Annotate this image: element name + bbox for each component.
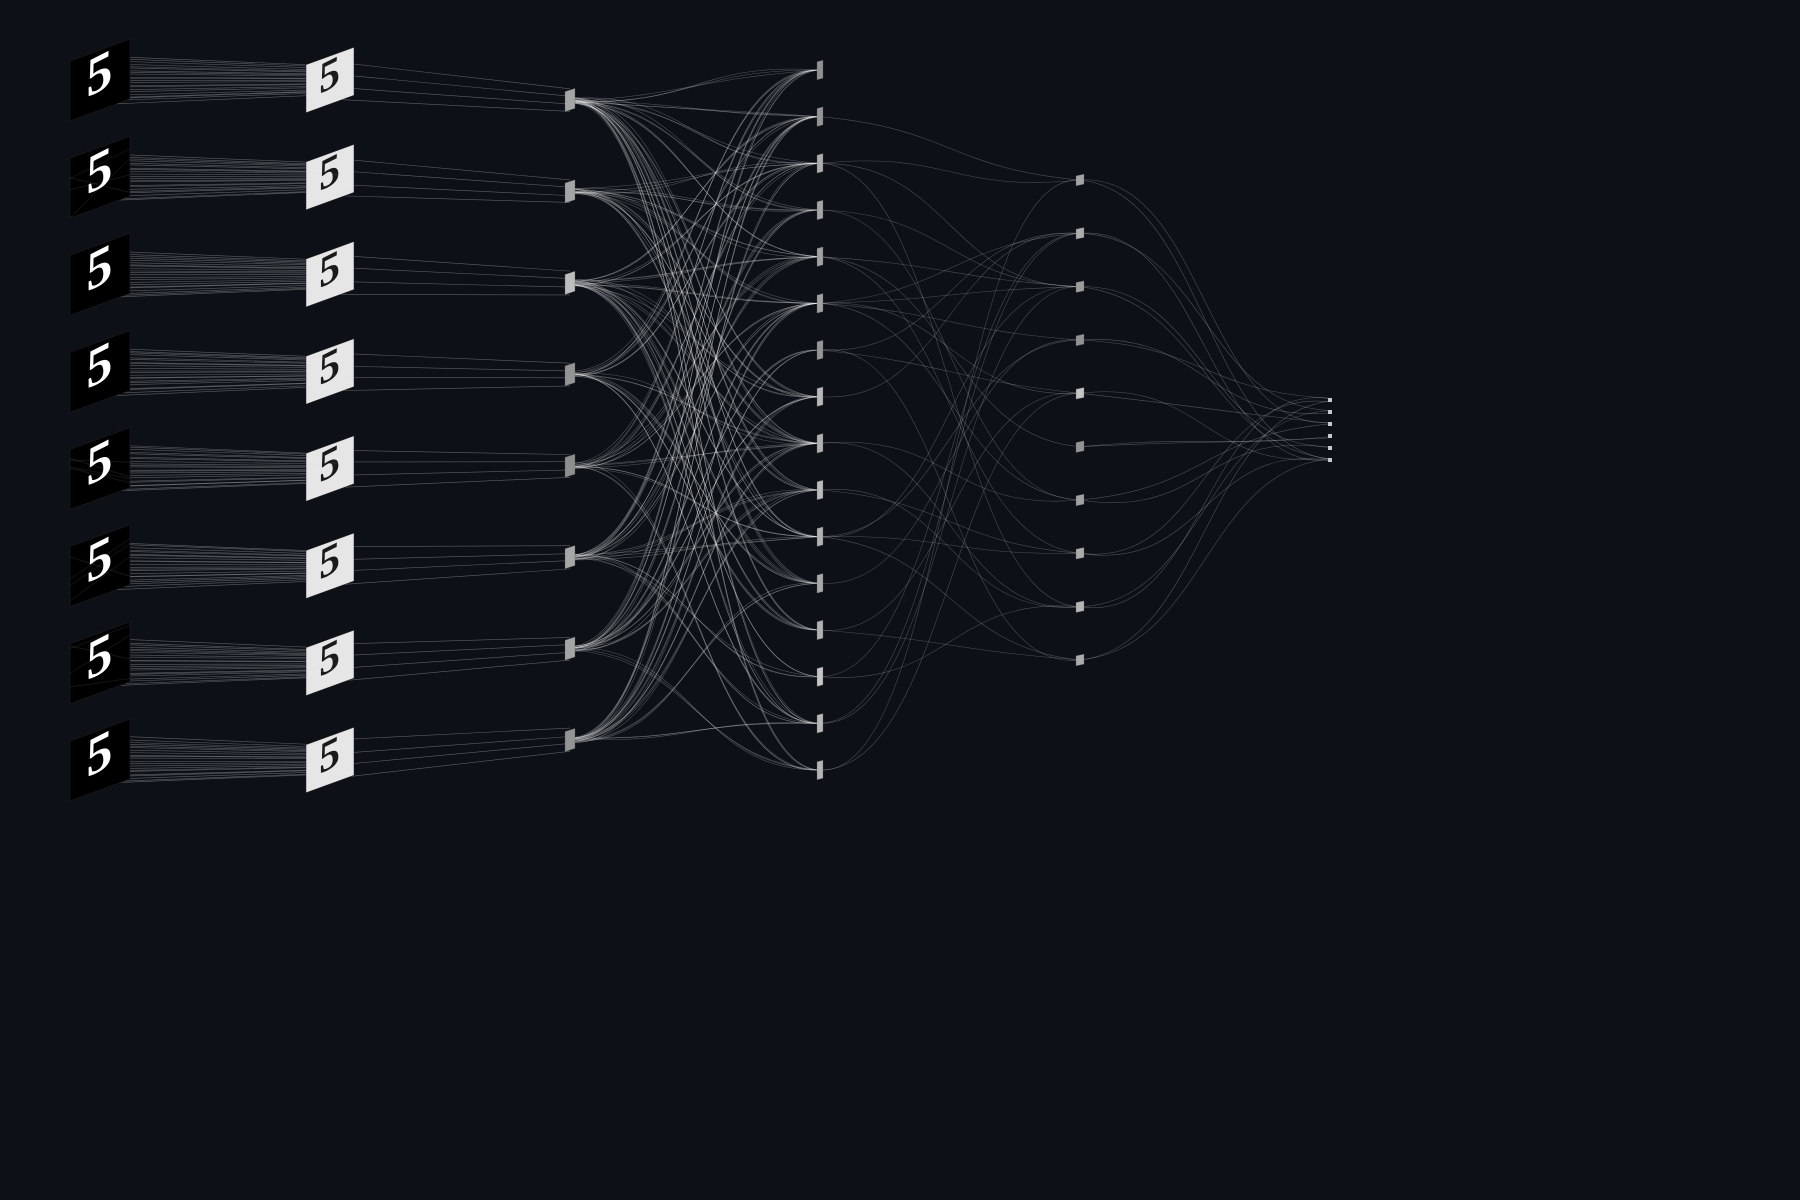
dense-node — [1076, 494, 1084, 506]
conv2-node: 5 — [306, 234, 354, 307]
input-conv1-node: 5 — [70, 322, 130, 412]
input-conv1-node: 5 — [70, 419, 130, 509]
conv3-node — [817, 760, 823, 780]
conv3-node — [817, 340, 823, 360]
conv3-node — [817, 434, 823, 454]
conv3-node — [817, 667, 823, 687]
dense-node — [1076, 334, 1084, 346]
conv2-node: 5 — [306, 137, 354, 210]
pool-node — [565, 271, 575, 294]
output-node — [1328, 398, 1332, 402]
conv2-node: 5 — [306, 526, 354, 599]
input-conv1-node: 5 — [70, 128, 130, 218]
input-conv1-node: 5 — [70, 517, 130, 607]
conv3-node — [817, 480, 823, 500]
output-node — [1328, 422, 1332, 426]
input-conv1-node: 5 — [70, 225, 130, 315]
conv3-node — [817, 620, 823, 640]
layer-input-conv1: 55555555 — [70, 31, 130, 801]
dense-node — [1076, 601, 1084, 613]
pool-node — [565, 454, 575, 477]
pool-node — [565, 546, 575, 569]
layer-conv2: 5 5 5 5 5 5 5 5 — [306, 40, 354, 793]
conv3-node — [817, 154, 823, 174]
conv3-node — [817, 574, 823, 594]
input-conv1-node: 5 — [70, 711, 130, 801]
pool-node — [565, 728, 575, 751]
layer-conv3 — [817, 60, 823, 780]
input-conv1-node: 5 — [70, 614, 130, 704]
pool-node — [565, 88, 575, 111]
conv3-node — [817, 247, 823, 267]
neural-network-diagram: 5555555555555555 — [0, 0, 1800, 1200]
conv3-node — [817, 294, 823, 314]
layers: 5555555555555555 — [70, 31, 1332, 801]
conv3-node — [817, 714, 823, 734]
layer-dense — [1076, 174, 1084, 666]
layer-output — [1328, 398, 1332, 462]
dense-node — [1076, 174, 1084, 186]
dense-node — [1076, 227, 1084, 239]
conv2-node: 5 — [306, 40, 354, 113]
conv2-node: 5 — [306, 429, 354, 502]
pool-node — [565, 637, 575, 660]
conv2-node: 5 — [306, 331, 354, 404]
dense-node — [1076, 387, 1084, 399]
output-node — [1328, 446, 1332, 450]
pool-node — [565, 363, 575, 386]
conv3-node — [817, 107, 823, 127]
output-node — [1328, 410, 1332, 414]
conv3-node — [817, 527, 823, 547]
conv3-node — [817, 387, 823, 407]
output-node — [1328, 458, 1332, 462]
pool-node — [565, 180, 575, 203]
input-conv1-node: 5 — [70, 31, 130, 121]
conv2-node: 5 — [306, 623, 354, 696]
output-node — [1328, 434, 1332, 438]
dense-node — [1076, 547, 1084, 559]
conv3-node — [817, 200, 823, 220]
conv2-node: 5 — [306, 720, 354, 793]
conv3-node — [817, 60, 823, 80]
dense-node — [1076, 654, 1084, 666]
edges — [100, 56, 1330, 783]
dense-node — [1076, 441, 1084, 453]
layer-pool — [565, 88, 575, 751]
dense-node — [1076, 281, 1084, 293]
